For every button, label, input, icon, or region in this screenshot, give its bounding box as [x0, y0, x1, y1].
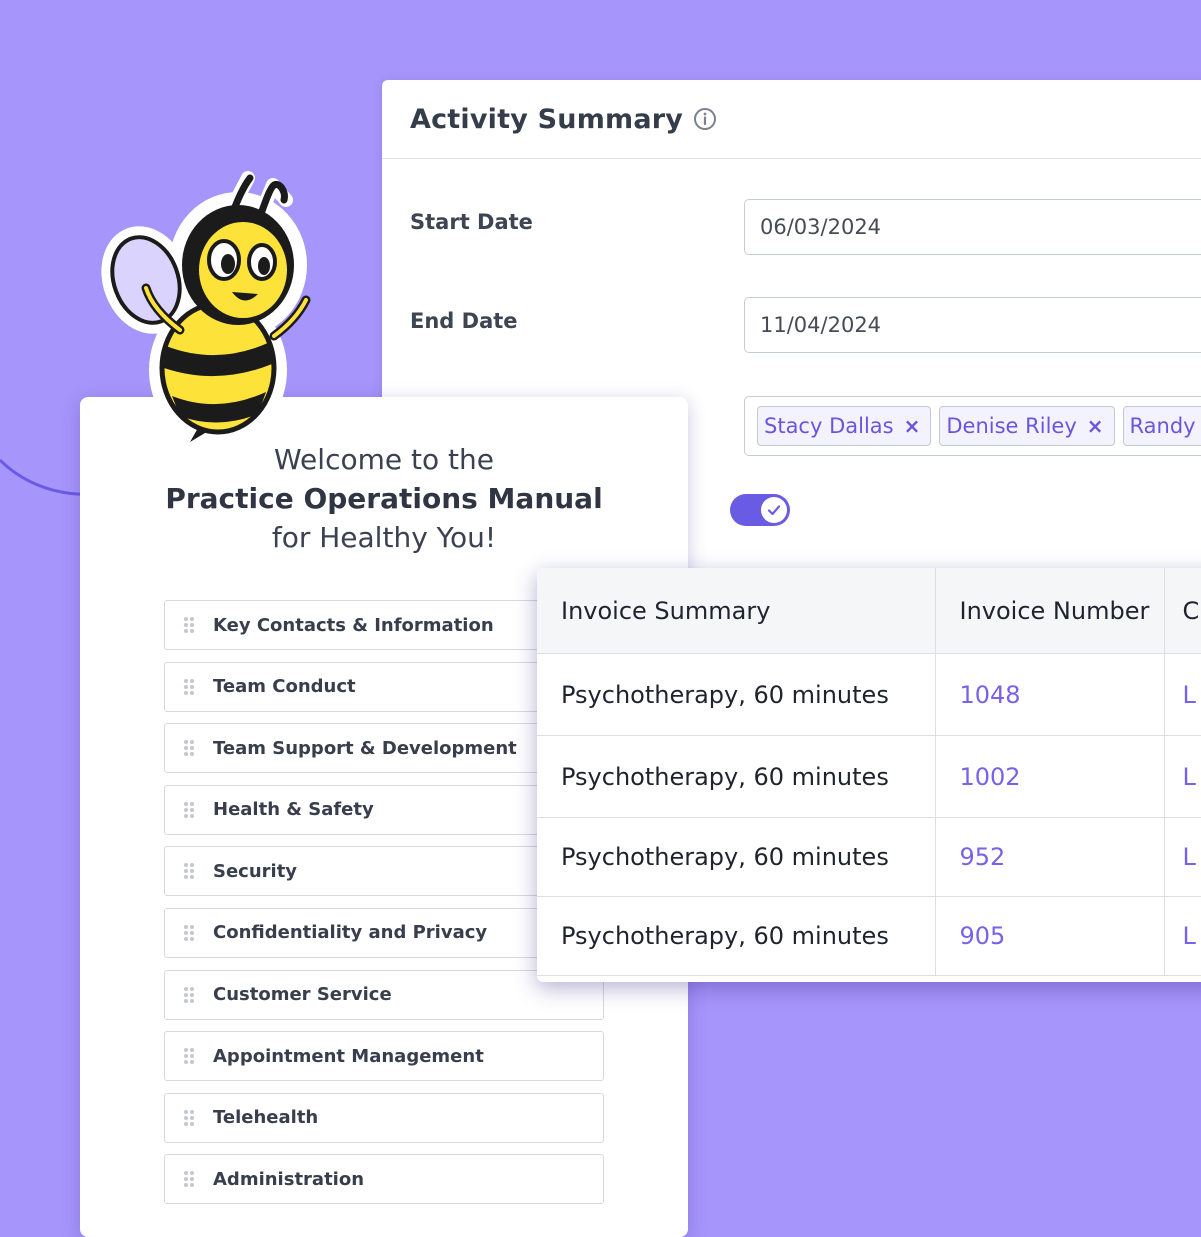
bee-mascot-icon: [101, 171, 311, 447]
table-row[interactable]: Psychotherapy, 60 minutes 1002 L: [537, 735, 1201, 818]
table-row[interactable]: Psychotherapy, 60 minutes 952 L: [537, 817, 1201, 897]
start-date-value: 06/03/2024: [760, 215, 882, 239]
activity-summary-header: Activity Summary: [382, 80, 1201, 159]
invoice-number-link[interactable]: 1048: [934, 653, 1165, 736]
end-date-value: 11/04/2024: [760, 313, 882, 337]
drag-handle-icon[interactable]: [183, 986, 195, 1004]
tag-label: Randy Tra: [1129, 414, 1201, 438]
list-item-label: Telehealth: [213, 1107, 319, 1129]
manual-title: Practice Operations Manual: [165, 482, 603, 515]
remove-tag-icon[interactable]: ×: [1087, 414, 1104, 438]
tag-chip: Denise Riley ×: [939, 406, 1115, 446]
list-item-label: Administration: [213, 1168, 365, 1190]
column-header-invoice-summary[interactable]: Invoice Summary: [537, 568, 936, 654]
invoice-summary-cell: Psychotherapy, 60 minutes: [537, 735, 936, 818]
list-item-label: Team Conduct: [213, 676, 356, 698]
welcome-line: for Healthy You!: [271, 521, 497, 554]
info-circle-icon[interactable]: [693, 107, 717, 131]
drag-handle-icon[interactable]: [183, 1047, 195, 1065]
tag-chip: Randy Tra: [1122, 406, 1201, 446]
invoice-summary-cell: Psychotherapy, 60 minutes: [537, 896, 936, 976]
start-date-row: Start Date: [410, 210, 533, 234]
check-icon: [761, 497, 787, 523]
column-header-invoice-number[interactable]: Invoice Number: [934, 568, 1165, 654]
list-item[interactable]: Administration: [164, 1154, 604, 1205]
invoice-number-link[interactable]: 952: [934, 817, 1165, 897]
table-row[interactable]: Psychotherapy, 60 minutes 905 L: [537, 896, 1201, 976]
invoice-table-card: Invoice Summary Invoice Number C Psychot…: [537, 568, 1201, 982]
truncated-cell[interactable]: L: [1163, 896, 1201, 976]
list-item-label: Customer Service: [213, 984, 392, 1006]
list-item-label: Appointment Management: [213, 1045, 484, 1067]
list-item-label: Confidentiality and Privacy: [213, 922, 488, 944]
truncated-cell[interactable]: L: [1163, 735, 1201, 818]
start-date-label: Start Date: [410, 210, 533, 234]
list-item-label: Health & Safety: [213, 799, 374, 821]
end-date-row: End Date: [410, 309, 518, 333]
truncated-cell[interactable]: L: [1163, 653, 1201, 736]
start-date-field[interactable]: 06/03/2024: [744, 199, 1201, 255]
end-date-field[interactable]: 11/04/2024: [744, 297, 1201, 353]
list-item-label: Key Contacts & Information: [213, 614, 494, 636]
staff-multiselect[interactable]: Stacy Dallas × Denise Riley × Randy Tra: [744, 396, 1201, 456]
tag-label: Denise Riley: [946, 414, 1077, 438]
invoice-summary-cell: Psychotherapy, 60 minutes: [537, 653, 936, 736]
list-item-label: Security: [213, 860, 298, 882]
drag-handle-icon[interactable]: [183, 616, 195, 634]
remove-tag-icon[interactable]: ×: [904, 414, 921, 438]
drag-handle-icon[interactable]: [183, 1170, 195, 1188]
invoice-number-link[interactable]: 905: [934, 896, 1165, 976]
drag-handle-icon[interactable]: [183, 801, 195, 819]
drag-handle-icon[interactable]: [183, 924, 195, 942]
invoice-number-link[interactable]: 1002: [934, 735, 1165, 818]
list-item-label: Team Support & Development: [213, 737, 517, 759]
drag-handle-icon[interactable]: [183, 862, 195, 880]
list-item[interactable]: Appointment Management: [164, 1031, 604, 1082]
end-date-label: End Date: [410, 309, 518, 333]
page-title: Activity Summary: [410, 103, 684, 135]
table-row[interactable]: Psychotherapy, 60 minutes 1048 L: [537, 653, 1201, 736]
drag-handle-icon[interactable]: [183, 678, 195, 696]
welcome-heading: Welcome to the Practice Operations Manua…: [80, 441, 688, 557]
list-item[interactable]: Telehealth: [164, 1092, 604, 1143]
truncated-cell[interactable]: L: [1163, 817, 1201, 897]
table-header-row: Invoice Summary Invoice Number C: [537, 568, 1201, 654]
tag-label: Stacy Dallas: [764, 414, 894, 438]
column-header-truncated[interactable]: C: [1163, 568, 1201, 654]
invoice-table: Invoice Summary Invoice Number C Psychot…: [537, 568, 1201, 976]
toggle-switch[interactable]: [730, 494, 790, 526]
tag-chip: Stacy Dallas ×: [757, 406, 932, 446]
drag-handle-icon[interactable]: [183, 1109, 195, 1127]
drag-handle-icon[interactable]: [183, 739, 195, 757]
invoice-summary-cell: Psychotherapy, 60 minutes: [537, 817, 936, 897]
